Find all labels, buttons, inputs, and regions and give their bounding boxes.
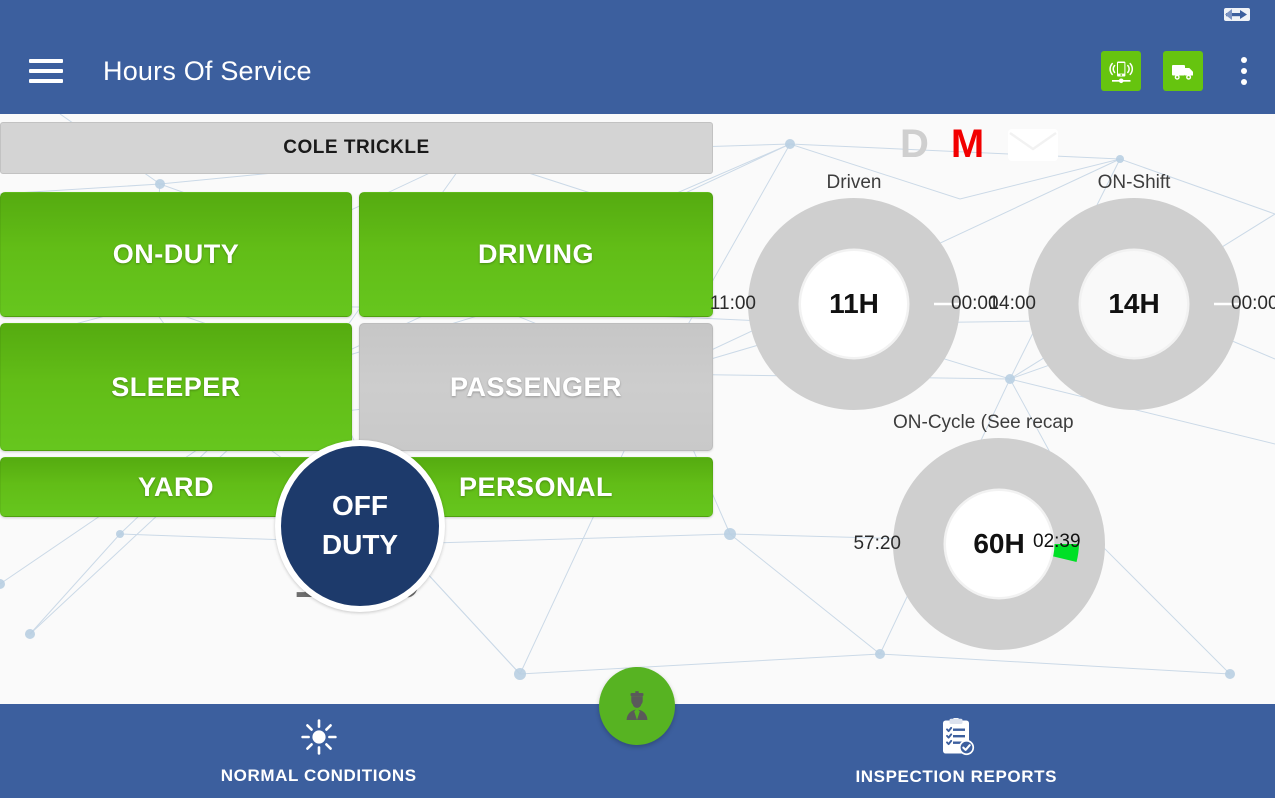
hos-gauges-panel: D M Driven 11H 11:00 00:00 ON-Shift 14H … — [710, 114, 1275, 704]
bottom-nav-inspection-reports-label: INSPECTION REPORTS — [855, 766, 1058, 786]
status-flags: D M — [900, 124, 1060, 164]
status-bar — [0, 0, 1275, 28]
duty-status-grid: ON-DUTY DRIVING SLEEPER PASSENGER YARD P… — [0, 192, 715, 612]
clipboard-check-icon — [943, 717, 975, 755]
page-title: Hours Of Service — [103, 55, 312, 86]
gauge-driven-value: 11H — [829, 288, 879, 319]
gauge-on-cycle-remaining: 57:20 — [853, 533, 901, 554]
gauge-driven-remaining: 11:00 — [709, 293, 756, 314]
gauge-on-shift-remaining: 14:00 — [988, 293, 1036, 314]
app-bar-actions — [1101, 51, 1275, 91]
bottom-nav-normal-conditions[interactable]: NORMAL CONDITIONS — [0, 704, 638, 798]
envelope-icon[interactable] — [1006, 124, 1060, 164]
duty-button-driving[interactable]: DRIVING — [359, 192, 713, 317]
hours-of-service-screen: Hours Of Service COLE TRICKLE ON-DUTY DR… — [0, 0, 1275, 798]
officer-icon — [626, 691, 648, 720]
duty-button-sleeper[interactable]: SLEEPER — [0, 323, 352, 451]
bottom-nav-inspection-reports[interactable]: INSPECTION REPORTS — [638, 704, 1275, 798]
vehicle-button[interactable] — [1163, 51, 1203, 91]
current-status-line2: DUTY — [321, 529, 399, 560]
flag-d: D — [900, 122, 929, 166]
duty-button-on-duty[interactable]: ON-DUTY — [0, 192, 352, 317]
app-bar: Hours Of Service — [0, 28, 1275, 114]
gauge-on-cycle-used: 02:39 — [1033, 531, 1081, 552]
overflow-menu-icon[interactable] — [1231, 51, 1257, 91]
device-connection-icon — [1109, 61, 1134, 84]
gauge-on-shift[interactable]: ON-Shift 14H 14:00 00:00 — [988, 172, 1275, 410]
sun-icon — [301, 718, 337, 755]
back-arrow-indicator-icon — [1224, 8, 1250, 21]
device-connection-button[interactable] — [1101, 51, 1141, 91]
gauge-driven[interactable]: Driven 11H 11:00 00:00 — [710, 172, 999, 410]
vehicle-icon — [1172, 65, 1193, 80]
current-status-badge[interactable]: OFF DUTY — [275, 440, 445, 612]
gauge-on-shift-used: 00:00 — [1231, 293, 1275, 314]
hamburger-menu-icon[interactable] — [29, 59, 63, 83]
roadside-inspection-fab[interactable] — [599, 667, 675, 745]
gauge-on-cycle-title: ON-Cycle (See recap — [893, 412, 1074, 433]
driver-name-bar[interactable]: COLE TRICKLE — [0, 122, 713, 174]
gauge-driven-title: Driven — [826, 172, 882, 193]
main-content: COLE TRICKLE ON-DUTY DRIVING SLEEPER PAS… — [0, 114, 1275, 704]
flag-m: M — [950, 122, 985, 166]
gauge-on-cycle[interactable]: ON-Cycle (See recap 60H 57:20 02:39 — [853, 412, 1105, 650]
duty-button-passenger: PASSENGER — [359, 323, 713, 451]
current-status-line1: OFF — [332, 490, 388, 522]
duty-status-panel: COLE TRICKLE ON-DUTY DRIVING SLEEPER PAS… — [0, 114, 715, 704]
gauge-on-shift-value: 14H — [1108, 288, 1160, 319]
bottom-nav-normal-conditions-label: NORMAL CONDITIONS — [220, 765, 417, 785]
gauge-on-shift-title: ON-Shift — [1097, 172, 1171, 193]
